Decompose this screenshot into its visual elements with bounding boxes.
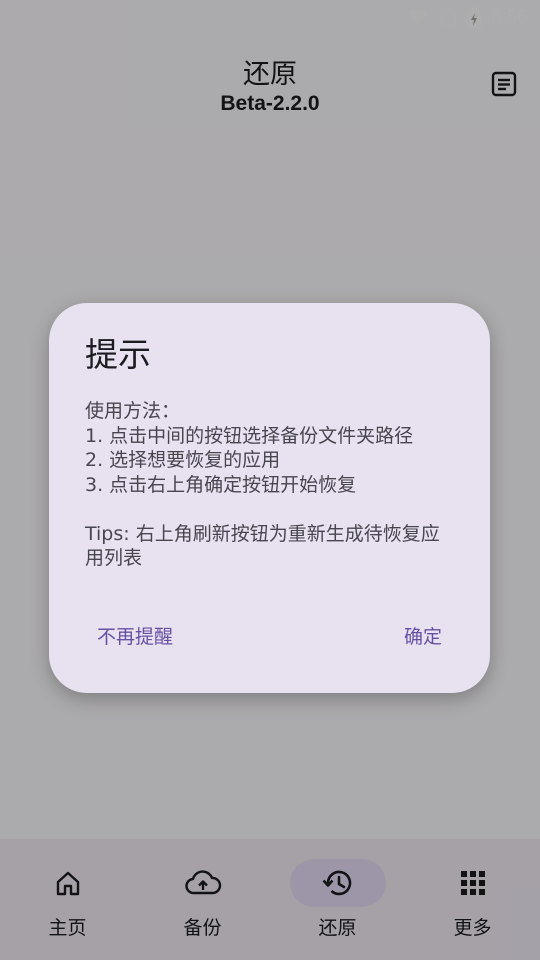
tips-dialog: 提示 使用方法： 1. 点击中间的按钮选择备份文件夹路径 2. 选择想要恢复的应… bbox=[49, 303, 490, 693]
dont-remind-button[interactable]: 不再提醒 bbox=[85, 616, 185, 655]
dialog-title: 提示 bbox=[85, 335, 151, 374]
confirm-button[interactable]: 确定 bbox=[392, 616, 454, 655]
dialog-actions: 不再提醒 确定 bbox=[85, 615, 454, 655]
dialog-body: 使用方法： 1. 点击中间的按钮选择备份文件夹路径 2. 选择想要恢复的应用 3… bbox=[85, 400, 440, 569]
